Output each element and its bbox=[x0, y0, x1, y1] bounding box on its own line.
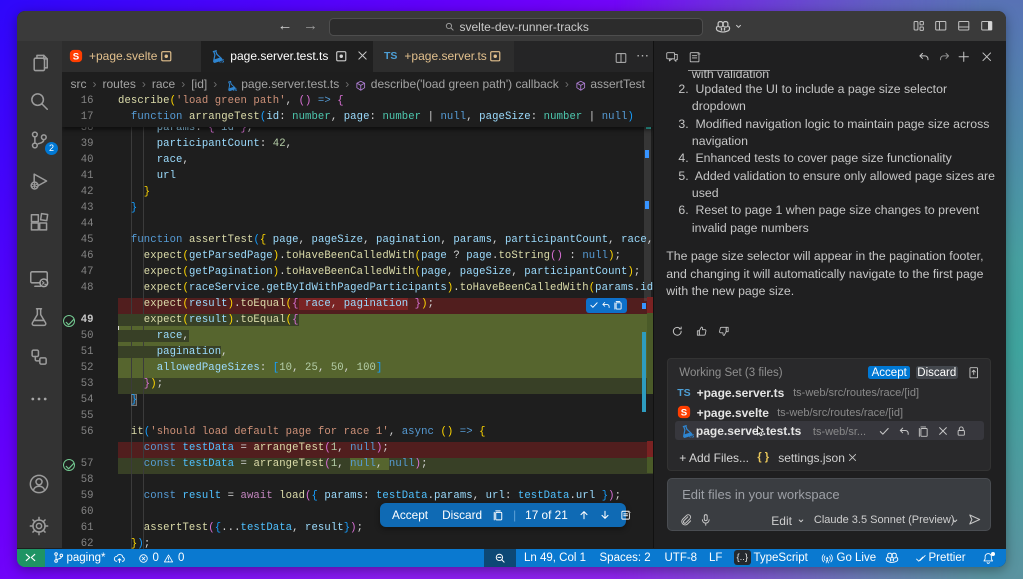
svg-text:S: S bbox=[681, 408, 688, 419]
svg-text:ts: ts bbox=[688, 432, 693, 438]
svg-text:S: S bbox=[73, 51, 80, 62]
svg-text:ts: ts bbox=[219, 57, 224, 63]
svg-text:ts: ts bbox=[233, 86, 237, 91]
